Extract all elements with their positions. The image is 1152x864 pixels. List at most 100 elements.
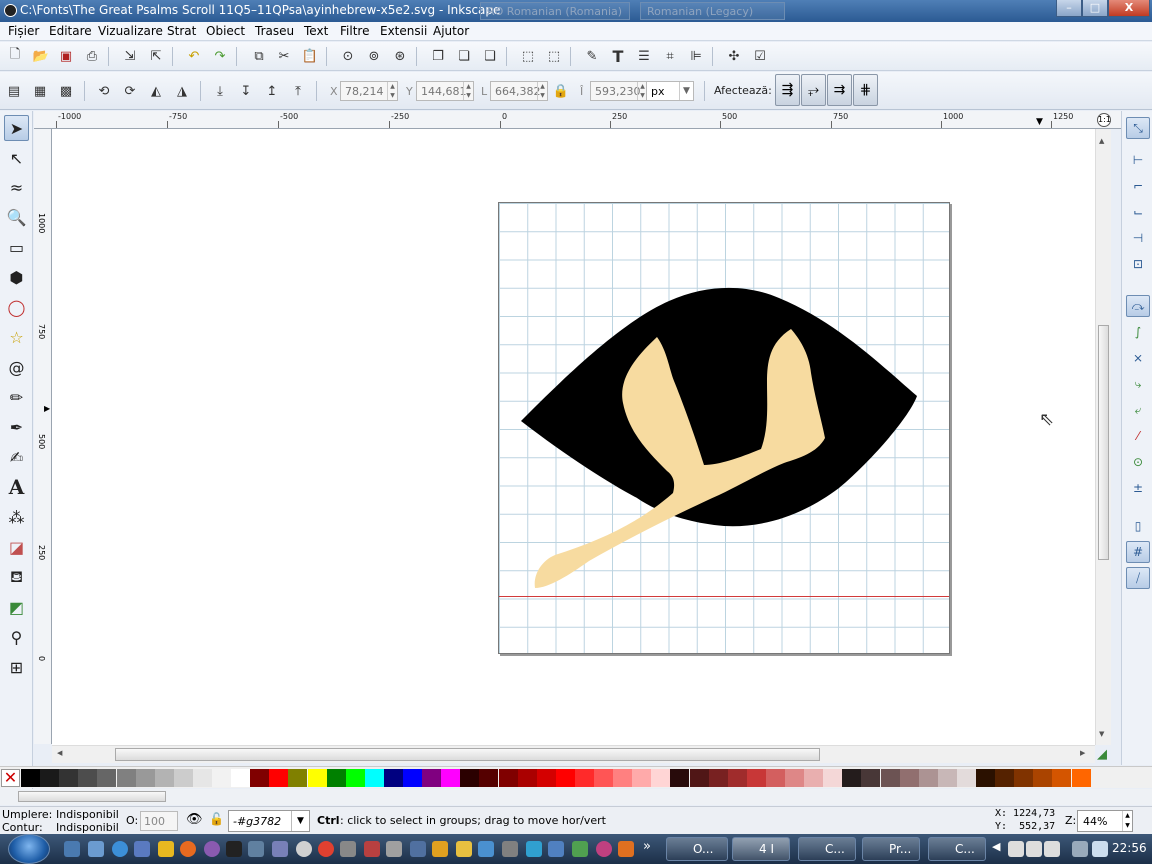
clone-icon[interactable]: ❏ <box>454 46 474 66</box>
scale-stroke-toggle[interactable]: ⇶ <box>775 74 800 106</box>
flip-horizontal-icon[interactable]: ◭ <box>146 81 166 101</box>
quicklaunch-app-icon[interactable] <box>410 841 426 857</box>
color-swatch[interactable] <box>403 769 422 787</box>
tray-expand-icon[interactable]: ◀ <box>992 840 1000 853</box>
no-paint-swatch[interactable]: ✕ <box>1 769 20 787</box>
switch-windows-icon[interactable] <box>88 841 104 857</box>
color-swatch[interactable] <box>498 769 518 787</box>
enable-snapping-icon[interactable]: ⤡ <box>1126 117 1150 139</box>
align-distribute-icon[interactable]: ⊫ <box>686 46 706 66</box>
raise-icon[interactable]: ↥ <box>262 81 282 101</box>
zoom-page-icon[interactable]: ⊛ <box>390 46 410 66</box>
redo-icon[interactable]: ↷ <box>210 46 230 66</box>
toggle-visibility-icon[interactable]: 👁 <box>186 812 203 827</box>
snap-smooth-icon[interactable]: ⤶ <box>1126 399 1150 421</box>
color-swatch[interactable] <box>804 769 824 787</box>
color-swatch[interactable] <box>1071 769 1091 787</box>
lock-ratio-icon[interactable]: 🔒 <box>551 81 571 101</box>
calligraphy-tool-icon[interactable]: ✍ <box>4 444 29 470</box>
command-prompt-icon[interactable] <box>226 841 242 857</box>
lower-to-bottom-icon[interactable]: ⤓ <box>210 81 230 101</box>
color-swatch[interactable] <box>345 769 365 787</box>
zoom-correction-icon[interactable]: 1:1 <box>1097 113 1111 127</box>
pen-tool-icon[interactable]: ✒ <box>4 414 29 440</box>
color-swatch[interactable] <box>823 769 843 787</box>
menu-view[interactable]: Vizualizare <box>98 24 163 38</box>
snap-cusp-icon[interactable]: ⤷ <box>1126 373 1150 395</box>
scroll-down-icon[interactable]: ▼ <box>1099 730 1104 738</box>
palette-scrollbar[interactable] <box>0 789 1152 805</box>
start-button[interactable] <box>8 834 50 864</box>
duplicate-icon[interactable]: ❐ <box>428 46 448 66</box>
color-swatch[interactable] <box>269 769 289 787</box>
paint-bucket-tool-icon[interactable]: ⛾ <box>4 564 29 590</box>
export-icon[interactable]: ⇱ <box>146 46 166 66</box>
height-input[interactable]: 593,230 ▲ ▼ <box>590 81 648 101</box>
cut-icon[interactable]: ✂ <box>274 46 294 66</box>
color-swatch[interactable] <box>250 769 270 787</box>
scroll-right-icon[interactable]: ▶ <box>1080 749 1085 757</box>
firefox-icon[interactable] <box>180 841 196 857</box>
tweak-tool-icon[interactable]: ≈ <box>4 174 29 200</box>
stroke-value[interactable]: Indisponibil <box>56 821 119 834</box>
width-input[interactable]: 664,382 ▲ ▼ <box>490 81 548 101</box>
menu-help[interactable]: Ajutor <box>433 24 469 38</box>
color-swatch[interactable] <box>307 769 327 787</box>
quicklaunch-app-icon[interactable] <box>502 841 518 857</box>
snap-guides-icon[interactable]: ⧸ <box>1126 567 1150 589</box>
color-swatch[interactable] <box>1014 769 1034 787</box>
chrome-icon[interactable] <box>318 841 334 857</box>
baseline-guide[interactable] <box>499 596 949 597</box>
vertical-scroll-thumb[interactable] <box>1098 325 1109 560</box>
tray-icon[interactable] <box>1026 841 1042 857</box>
quicklaunch-app-icon[interactable] <box>134 841 150 857</box>
color-swatch[interactable] <box>613 769 633 787</box>
preferences-icon[interactable]: ✣ <box>724 46 744 66</box>
scale-corners-toggle[interactable]: ⥅ <box>801 74 826 106</box>
unit-select[interactable]: px ▼ <box>646 81 694 101</box>
quicklaunch-app-icon[interactable] <box>364 841 380 857</box>
color-swatch[interactable] <box>383 769 403 787</box>
spiral-tool-icon[interactable]: @ <box>4 354 29 380</box>
language-indicator[interactable]: RO Romanian (Romania) <box>480 2 630 20</box>
color-swatch[interactable] <box>594 769 613 787</box>
color-swatch[interactable] <box>154 769 174 787</box>
color-swatch[interactable] <box>460 769 480 787</box>
snap-page-border-icon[interactable]: ▯ <box>1126 515 1150 537</box>
color-swatch[interactable] <box>746 769 766 787</box>
snap-bbox-midpoint-icon[interactable]: ⊣ <box>1126 227 1150 249</box>
color-swatch[interactable] <box>861 769 881 787</box>
color-swatch[interactable] <box>422 769 442 787</box>
text-tool-icon[interactable]: A <box>4 474 29 500</box>
color-swatch[interactable] <box>956 769 976 787</box>
y-input[interactable]: 144,681 ▲ ▼ <box>416 81 474 101</box>
color-swatch[interactable] <box>97 769 117 787</box>
snap-midpoints-icon[interactable]: ⁄ <box>1126 425 1150 447</box>
color-swatch[interactable] <box>536 769 556 787</box>
color-swatch[interactable] <box>78 769 98 787</box>
color-swatch[interactable] <box>192 769 212 787</box>
dropper-tool-icon[interactable]: ⚲ <box>4 624 29 650</box>
tray-icon[interactable] <box>1008 841 1024 857</box>
quicklaunch-app-icon[interactable] <box>596 841 612 857</box>
show-desktop-icon[interactable] <box>64 841 80 857</box>
folder-icon[interactable] <box>158 841 174 857</box>
color-swatch[interactable] <box>231 769 251 787</box>
tray-icon[interactable] <box>1044 841 1060 857</box>
layers-icon[interactable]: ☰ <box>634 46 654 66</box>
taskbar-task[interactable]: C... <box>928 837 986 861</box>
color-swatch[interactable] <box>765 769 785 787</box>
box-3d-tool-icon[interactable]: ⬢ <box>4 264 29 290</box>
pencil-tool-icon[interactable]: ✏ <box>4 384 29 410</box>
lower-icon[interactable]: ↧ <box>236 81 256 101</box>
copy-icon[interactable]: ⧉ <box>249 46 269 66</box>
menu-object[interactable]: Obiect <box>206 24 245 38</box>
color-swatch[interactable] <box>937 769 957 787</box>
horizontal-scrollbar[interactable]: ◀ ▶ <box>52 745 1095 763</box>
layer-select[interactable]: -#g3782 ▼ <box>228 810 310 832</box>
connector-tool-icon[interactable]: ⊞ <box>4 654 29 680</box>
zoom-drawing-icon[interactable]: ⊚ <box>364 46 384 66</box>
gradient-tool-icon[interactable]: ◩ <box>4 594 29 620</box>
menu-text[interactable]: Text <box>304 24 328 38</box>
quicklaunch-app-icon[interactable] <box>204 841 220 857</box>
